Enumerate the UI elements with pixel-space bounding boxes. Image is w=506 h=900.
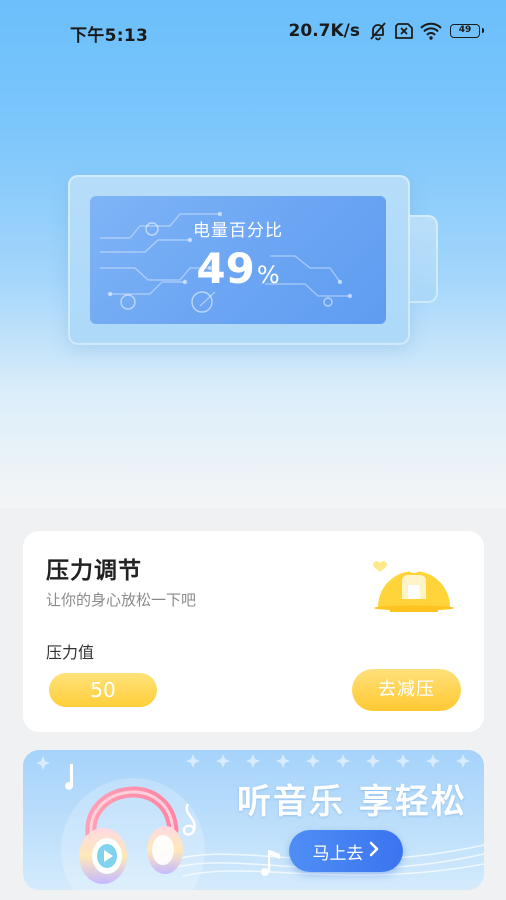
stress-value-display: 50 (49, 673, 157, 707)
headphones-icon (79, 786, 183, 884)
music-banner[interactable]: 听音乐 享轻松 马上去 (23, 750, 484, 890)
status-indicators: 20.7K/s 49 (288, 20, 484, 42)
chevron-right-icon (368, 841, 380, 862)
destress-button[interactable]: 去减压 (352, 669, 461, 711)
battery-percentage-label: 电量百分比 (193, 221, 283, 241)
sim-off-icon (394, 22, 414, 40)
wifi-icon (420, 22, 442, 40)
mute-bell-icon (368, 21, 388, 41)
relaxing-person-icon (368, 549, 463, 613)
battery-percentage-value: 49% (90, 244, 386, 293)
battery-level-panel: 电量百分比 49% (90, 196, 386, 324)
stress-card-title: 压力调节 (46, 558, 142, 584)
battery-terminal (408, 215, 438, 303)
go-now-button-label: 马上去 (312, 843, 364, 864)
status-time: 下午5:13 (70, 26, 149, 46)
battery-icon: 49 (450, 24, 484, 38)
battery-percentage-unit: % (256, 261, 280, 289)
stress-card-subtitle: 让你的身心放松一下吧 (46, 591, 197, 609)
stress-value-label: 压力值 (46, 643, 95, 662)
status-bar: 下午5:13 20.7K/s 49 (0, 0, 506, 62)
go-now-button[interactable]: 马上去 (289, 830, 403, 872)
music-banner-title: 听音乐 享轻松 (237, 782, 467, 822)
battery-percentage-number: 49 (196, 244, 255, 293)
network-speed: 20.7K/s (288, 21, 360, 41)
stress-adjust-card: 压力调节 让你的身心放松一下吧 压力值 50 去减压 (23, 531, 484, 732)
